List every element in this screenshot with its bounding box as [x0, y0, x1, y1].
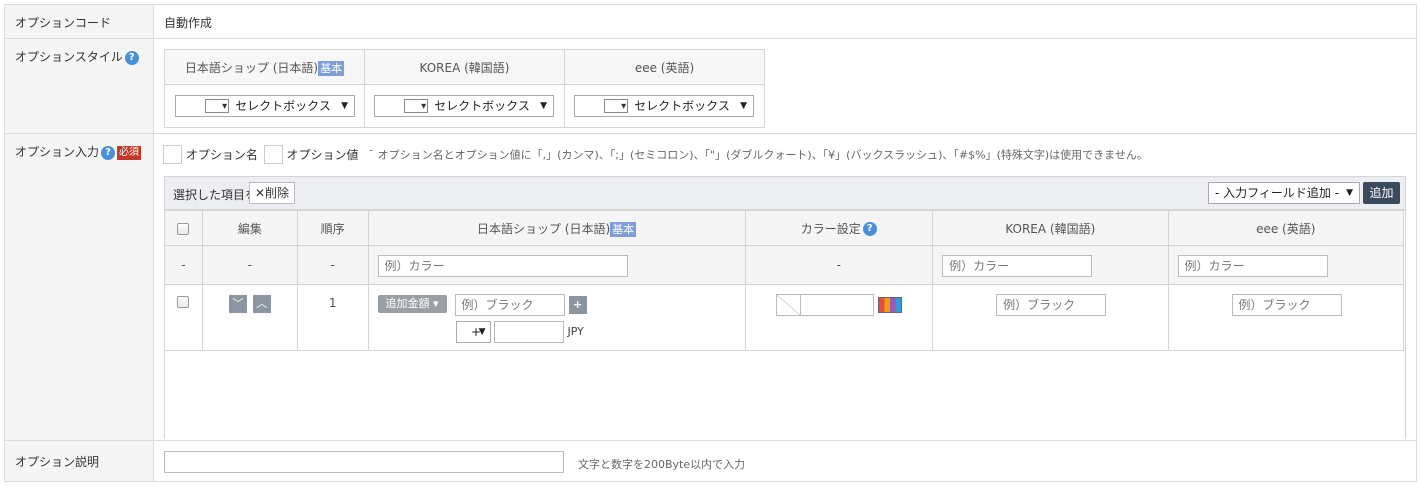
chevron-down-icon: ▾	[433, 297, 439, 310]
option-description-input[interactable]	[164, 451, 564, 473]
style-select-korea[interactable]: セレクトボックス▼	[374, 95, 554, 117]
option-input-options: オプション名 オプション値 ¯ オプション名とオプション値に「,」(カンマ)、「…	[163, 145, 1148, 164]
add-field-select[interactable]: - 入力フィールド追加 - ▼	[1208, 182, 1360, 204]
option-name-checkbox-label: オプション名	[185, 148, 258, 162]
help-icon[interactable]: ?	[124, 50, 139, 65]
move-up-button[interactable]: ︿	[252, 295, 271, 313]
option-code-label: オプションコード	[4, 5, 154, 38]
option-name-input-korea[interactable]	[942, 255, 1093, 277]
color-palette-icon[interactable]	[877, 297, 902, 313]
header-order: 順序	[296, 210, 369, 246]
chevron-down-icon: ▼	[341, 101, 348, 111]
option-description-label: オプション説明	[4, 441, 154, 481]
chevron-down-icon: ▼	[740, 101, 747, 111]
option-form: オプションコード 自動作成 オプションスタイル? 日本語ショップ (日本語) 基本…	[4, 4, 1417, 482]
option-value-input-korea[interactable]	[996, 294, 1107, 316]
style-select-jp[interactable]: セレクトボックス▼	[175, 95, 355, 117]
option-style-table: 日本語ショップ (日本語)基本 KOREA (韓国語) eee (英語) セレク…	[164, 49, 765, 128]
currency-label: JPY	[567, 325, 584, 338]
option-code-row: オプションコード 自動作成	[4, 5, 1417, 39]
option-name-checkbox[interactable]	[163, 145, 182, 164]
option-value-input-eee[interactable]	[1231, 294, 1342, 316]
option-name-input-jp[interactable]	[377, 255, 628, 277]
header-edit: 編集	[201, 210, 298, 246]
help-icon[interactable]: ?	[862, 222, 877, 236]
selectbox-style-icon	[604, 97, 629, 117]
base-badge: 基本	[610, 221, 637, 237]
add-field-button[interactable]: 追加	[1363, 182, 1400, 204]
style-lang-korea: KOREA (韓国語)	[364, 49, 565, 85]
option-code-value: 自動作成	[164, 16, 213, 30]
option-input-header: オプション入力? 必須	[4, 134, 154, 440]
selectbox-style-icon	[205, 97, 230, 117]
style-lang-jp: 日本語ショップ (日本語) 基本	[164, 49, 365, 85]
header-eee: eee (英語)	[1167, 210, 1405, 246]
option-description-row: オプション説明 文字と数字を200Byte以内で入力	[4, 441, 1417, 482]
option-name-row: - - - -	[164, 245, 1405, 285]
header-korea: KOREA (韓国語)	[932, 210, 1169, 246]
help-icon[interactable]: ?	[101, 145, 116, 160]
option-value-checkbox[interactable]	[263, 145, 283, 164]
color-swatch[interactable]	[775, 294, 801, 316]
option-style-row: オプションスタイル? 日本語ショップ (日本語) 基本 KOREA (韓国語) e…	[4, 39, 1417, 134]
color-code-input[interactable]	[799, 294, 874, 316]
price-sign-select[interactable]: + ▼	[455, 321, 491, 343]
option-value-checkbox-label: オプション値	[286, 148, 359, 162]
add-price-button[interactable]: 追加金額 ▾	[377, 295, 447, 313]
header-jp-shop: 日本語ショップ (日本語) 基本	[367, 210, 746, 246]
select-all-checkbox[interactable]	[177, 222, 190, 235]
row-checkbox[interactable]	[177, 295, 190, 308]
color-name-cell: -	[744, 245, 934, 285]
add-value-button[interactable]: +	[568, 296, 587, 314]
option-style-header: オプションスタイル?	[4, 39, 154, 133]
header-color: カラー設定?	[744, 210, 934, 246]
option-style-label: オプションスタイル	[15, 50, 123, 64]
option-value-row: ﹀ ︿ 1 追加金額 ▾ + +▼ JPY	[164, 284, 1405, 351]
style-select-eee[interactable]: セレクトボックス▼	[574, 95, 754, 117]
chevron-down-icon: ▼	[540, 101, 547, 111]
move-down-button[interactable]: ﹀	[228, 295, 247, 313]
delete-button[interactable]: ✕削除	[249, 182, 296, 204]
option-description-hint: 文字と数字を200Byte以内で入力	[578, 458, 746, 471]
option-grid-toolbar: 選択した項目を ✕削除 - 入力フィールド追加 - ▼ 追加	[165, 177, 1405, 210]
additional-price-input[interactable]	[493, 321, 564, 343]
row-order: 1	[296, 284, 369, 351]
option-name-input-eee[interactable]	[1177, 255, 1328, 277]
required-badge: 必須	[117, 145, 142, 160]
chevron-down-icon: ▼	[1346, 188, 1353, 198]
option-grid: 選択した項目を ✕削除 - 入力フィールド追加 - ▼ 追加 編集 順序 日本語シ…	[164, 176, 1406, 439]
style-lang-eee: eee (英語)	[564, 49, 765, 85]
option-input-notice: オプション名とオプション値に「,」(カンマ)、「;」(セミコロン)、「"」(ダブ…	[377, 148, 1148, 162]
option-input-row: オプション入力? 必須 オプション名 オプション値 ¯ オプション名とオプション値…	[4, 134, 1417, 441]
selectbox-style-icon	[404, 97, 429, 117]
option-table: 編集 順序 日本語ショップ (日本語) 基本 カラー設定? KOREA (韓国語)…	[164, 210, 1405, 351]
notice-icon: ¯	[368, 148, 374, 161]
selected-items-label: 選択した項目を	[173, 188, 258, 202]
option-input-label: オプション入力	[15, 145, 100, 159]
option-value-input-jp[interactable]	[454, 294, 565, 316]
base-badge: 基本	[318, 60, 345, 76]
chevron-down-icon: ▼	[478, 327, 486, 337]
